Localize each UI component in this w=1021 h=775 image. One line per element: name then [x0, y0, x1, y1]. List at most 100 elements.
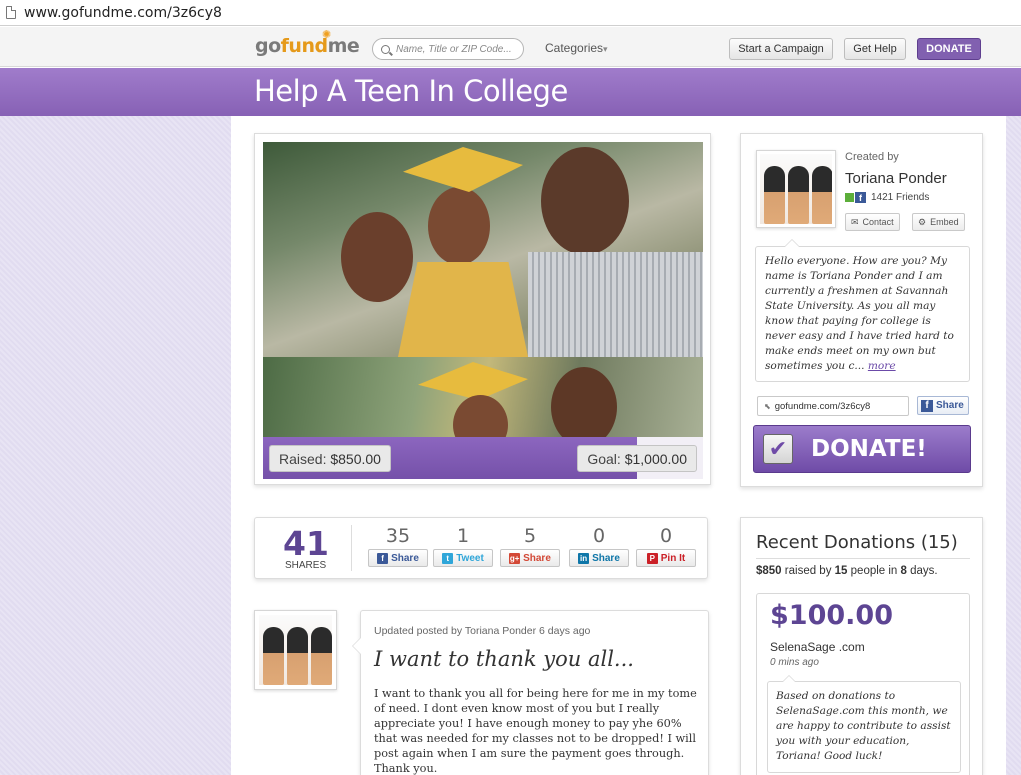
photo-top-panel — [263, 142, 703, 357]
contact-button[interactable]: ✉ Contact — [845, 213, 900, 231]
search-input[interactable]: Name, Title or ZIP Code... — [372, 38, 524, 60]
verified-check-icon — [845, 193, 854, 202]
update-meta: Updated posted by Toriana Ponder 6 days … — [374, 625, 591, 637]
update-post: Updated posted by Toriana Ponder 6 days … — [352, 610, 709, 775]
share-column: 0 in Share — [569, 525, 629, 567]
photo-striped-shirt — [528, 252, 703, 357]
avatar-figure — [764, 166, 785, 224]
facebook-icon: f — [377, 552, 389, 564]
avatar-figure — [788, 166, 809, 224]
facebook-icon: f — [855, 192, 866, 203]
recent-donations-title: Recent Donations (15) — [756, 532, 958, 553]
read-more-link[interactable]: more — [868, 360, 896, 372]
donation-time: 0 mins ago — [770, 657, 819, 668]
embed-label: Embed — [930, 217, 959, 227]
recent-donations-card: Recent Donations (15) $850 raised by 15 … — [740, 517, 983, 775]
logo-go: go — [255, 35, 281, 57]
shares-label: SHARES — [285, 560, 327, 571]
gofundme-logo[interactable]: gofundme ✺ — [255, 28, 360, 57]
summary-amount: $850 — [756, 565, 782, 577]
twitter-share-button[interactable]: t Tweet — [433, 549, 493, 567]
avatar-figure — [287, 627, 308, 685]
twitter-icon: t — [442, 552, 454, 564]
update-author-avatar[interactable] — [254, 610, 337, 690]
start-campaign-button[interactable]: Start a Campaign — [729, 38, 833, 60]
short-url-text: gofundme.com/3z6cy8 — [774, 400, 871, 412]
share-count: 5 — [523, 525, 537, 547]
chevron-down-icon: ▾ — [603, 44, 608, 54]
avatar-figure — [812, 166, 832, 224]
share-button-label: Share — [523, 552, 551, 564]
linkedin-share-button[interactable]: in Share — [569, 549, 629, 567]
facebook-icon: f — [921, 399, 933, 412]
shares-card: 41 SHARES 35 f Share 1 t Tweet 5 g+ Share 0 in Shar… — [254, 517, 708, 579]
left-background — [0, 116, 231, 775]
search-icon — [381, 44, 390, 54]
pinterest-share-button[interactable]: P Pin It — [636, 549, 696, 567]
pinterest-icon: P — [646, 552, 658, 564]
donate-button-label: DONATE! — [811, 436, 927, 462]
campaign-photo[interactable] — [263, 142, 703, 437]
mail-icon: ✉ — [851, 216, 859, 227]
categories-label: Categories — [545, 41, 604, 55]
photo-person-4 — [453, 395, 508, 437]
raised-amount: Raised: $850.00 — [269, 445, 391, 472]
photo-gown — [398, 262, 528, 357]
url-text[interactable]: www.gofundme.com/3z6cy8 — [24, 5, 222, 21]
gear-icon: ⚙ — [918, 216, 927, 227]
campaign-title: Help A Teen In College — [254, 74, 568, 108]
top-navigation: gofundme ✺ Name, Title or ZIP Code... Ca… — [0, 27, 1021, 67]
creator-avatar[interactable] — [756, 150, 836, 228]
creator-name[interactable]: Toriana Ponder — [845, 170, 947, 187]
photo-grad-cap — [403, 147, 523, 192]
page-icon — [6, 6, 16, 19]
share-button-label: Tweet — [456, 552, 484, 564]
raised-value: $850.00 — [330, 450, 381, 467]
divider — [351, 525, 352, 571]
contact-label: Contact — [862, 217, 894, 227]
campaign-photo-card: Raised: $850.00 Goal: $1,000.00 — [254, 133, 711, 485]
logo-fund: fund — [280, 35, 328, 57]
total-shares: 41 — [283, 524, 329, 563]
share-count: 35 — [385, 525, 411, 547]
avatar-figure — [311, 627, 332, 685]
donation-item: $100.00 SelenaSage .com 0 mins ago Based… — [756, 593, 970, 775]
friends-count: 1421 Friends — [871, 192, 930, 203]
share-column: 35 f Share — [368, 525, 428, 567]
checkmark-icon: ✔ — [763, 434, 793, 464]
donate-nav-button[interactable]: DONATE — [917, 38, 981, 60]
summary-text: raised by — [781, 565, 835, 577]
facebook-share-button[interactable]: f Share — [368, 549, 428, 567]
photo-person-2 — [428, 187, 490, 265]
facebook-friends: f 1421 Friends — [845, 192, 929, 203]
summary-people: 15 — [834, 565, 848, 577]
short-url-field[interactable]: ⬉ gofundme.com/3z6cy8 — [757, 396, 909, 416]
linkedin-icon: in — [578, 552, 590, 564]
search-placeholder: Name, Title or ZIP Code... — [396, 43, 512, 55]
photo-person-1 — [341, 212, 413, 302]
share-button-label: Pin It — [660, 552, 686, 564]
update-body: I want to thank you all for being here f… — [374, 687, 697, 775]
cursor-icon: ⬉ — [764, 401, 771, 411]
divider — [756, 558, 970, 559]
categories-dropdown[interactable]: Categories▾ — [545, 41, 608, 55]
photo-person-5 — [551, 367, 617, 437]
embed-button[interactable]: ⚙ Embed — [912, 213, 965, 231]
raised-label: Raised: — [279, 450, 327, 467]
update-title[interactable]: I want to thank you all... — [374, 647, 634, 671]
share-count: 1 — [456, 525, 470, 547]
google-plus-share-button[interactable]: g+ Share — [500, 549, 560, 567]
facebook-share-button[interactable]: f Share — [917, 396, 969, 415]
summary-text: days. — [906, 565, 938, 577]
browser-address-bar[interactable]: www.gofundme.com/3z6cy8 — [0, 0, 1021, 26]
campaign-story: Hello everyone. How are you? My name is … — [755, 239, 970, 382]
google-plus-icon: g+ — [509, 552, 521, 564]
story-text: Hello everyone. How are you? My name is … — [765, 255, 954, 372]
campaign-title-bar: Help A Teen In College — [0, 68, 1021, 116]
right-background — [1006, 116, 1021, 775]
get-help-button[interactable]: Get Help — [844, 38, 906, 60]
donate-button[interactable]: ✔ DONATE! — [753, 425, 971, 473]
created-by-label: Created by — [845, 151, 899, 163]
share-count: 0 — [659, 525, 673, 547]
donation-message: Based on donations to SelenaSage.com thi… — [767, 675, 961, 773]
